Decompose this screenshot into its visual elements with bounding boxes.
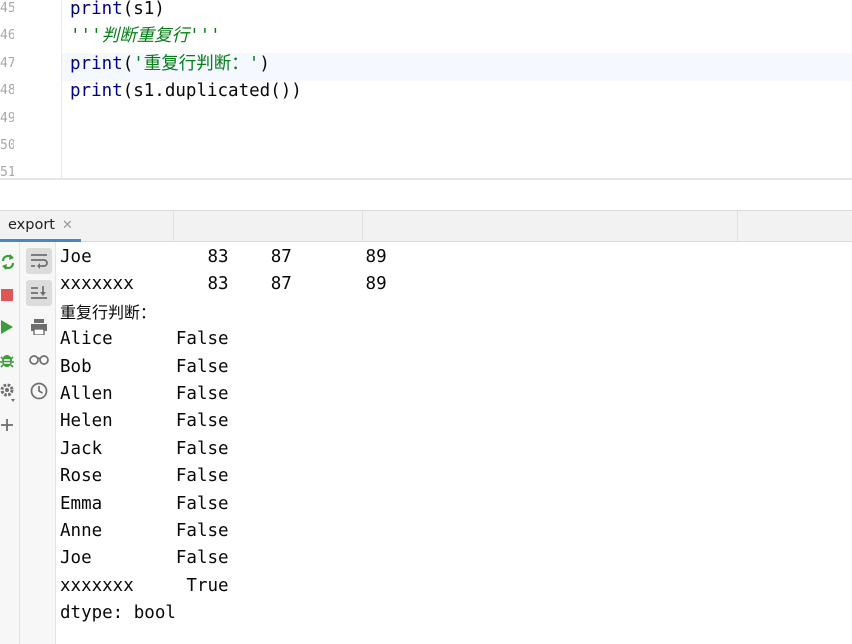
console-line: Helen False <box>60 411 229 432</box>
history-icon[interactable] <box>26 378 52 404</box>
rerun-icon[interactable] <box>0 252 16 272</box>
run-tab-label: export <box>8 217 55 233</box>
debug-icon[interactable] <box>0 350 14 370</box>
run-icon[interactable] <box>0 318 14 336</box>
line-number: 45 <box>0 1 14 16</box>
code-line[interactable]: '''判断重复行''' <box>62 25 852 53</box>
settings-icon[interactable] <box>0 382 16 404</box>
console-line: Anne False <box>60 521 229 541</box>
code-token: '重复行判断：' <box>133 53 260 74</box>
code-line-current[interactable]: print('重复行判断：') <box>62 52 852 81</box>
scroll-to-end-icon[interactable] <box>26 280 52 306</box>
header-separator <box>362 211 363 242</box>
stop-icon[interactable] <box>0 286 14 304</box>
code-editor[interactable]: 45 46 47 48 49 50 51 print(s1) '''判断重复行''' print… <box>0 0 852 180</box>
console-line: 重复行判断： <box>60 302 157 322</box>
console-line: Bob False <box>60 356 229 377</box>
console-line: Joe 83 87 89 <box>60 247 387 267</box>
console-actions-toolbar <box>20 242 56 644</box>
code-token: print <box>70 0 123 19</box>
print-icon[interactable] <box>26 314 52 340</box>
console-line: Emma False <box>60 493 229 514</box>
code-line[interactable]: print(s1.duplicated()) <box>62 80 852 108</box>
code-line[interactable] <box>62 135 852 163</box>
panel-gap <box>0 180 852 210</box>
line-number: 48 <box>0 83 14 99</box>
console-line: Rose False <box>60 466 229 487</box>
header-separator <box>737 211 738 242</box>
console-output[interactable]: Joe 83 87 89 xxxxxxx 83 87 89 重复行判断： Alice … <box>56 242 852 644</box>
run-tab-export[interactable]: export ✕ <box>0 211 81 242</box>
console-line: xxxxxxx 83 87 89 <box>60 274 387 295</box>
glasses-icon[interactable] <box>26 346 52 372</box>
header-separator <box>173 211 174 242</box>
code-token: (s1) <box>122 0 165 19</box>
console-line: dtype: bool <box>60 603 176 624</box>
run-actions-toolbar <box>0 242 20 644</box>
console-line: Jack False <box>60 438 229 459</box>
add-icon[interactable] <box>0 416 14 434</box>
code-token: (s1.duplicated()) <box>122 81 302 102</box>
code-token: '''判断重复行''' <box>70 26 221 47</box>
run-tool-window-header: export ✕ <box>0 210 852 242</box>
console-line: xxxxxxx True <box>60 575 229 596</box>
code-token: print <box>70 53 123 74</box>
code-line[interactable] <box>62 108 852 136</box>
console-line: Alice False <box>60 329 229 350</box>
close-icon[interactable]: ✕ <box>62 218 73 233</box>
line-number: 46 <box>0 28 14 44</box>
line-number: 47 <box>0 55 14 71</box>
line-number: 50 <box>0 138 14 153</box>
soft-wrap-icon[interactable] <box>26 248 52 274</box>
line-number-gutter: 45 46 47 48 49 50 51 <box>0 0 62 180</box>
code-token: ( <box>122 53 134 74</box>
code-token: print <box>70 81 123 102</box>
code-line[interactable]: print(s1) <box>62 0 852 26</box>
console-line: Joe False <box>60 548 229 569</box>
code-token: ) <box>259 53 270 74</box>
line-number: 49 <box>0 110 14 126</box>
console-line: Allen False <box>60 384 229 404</box>
